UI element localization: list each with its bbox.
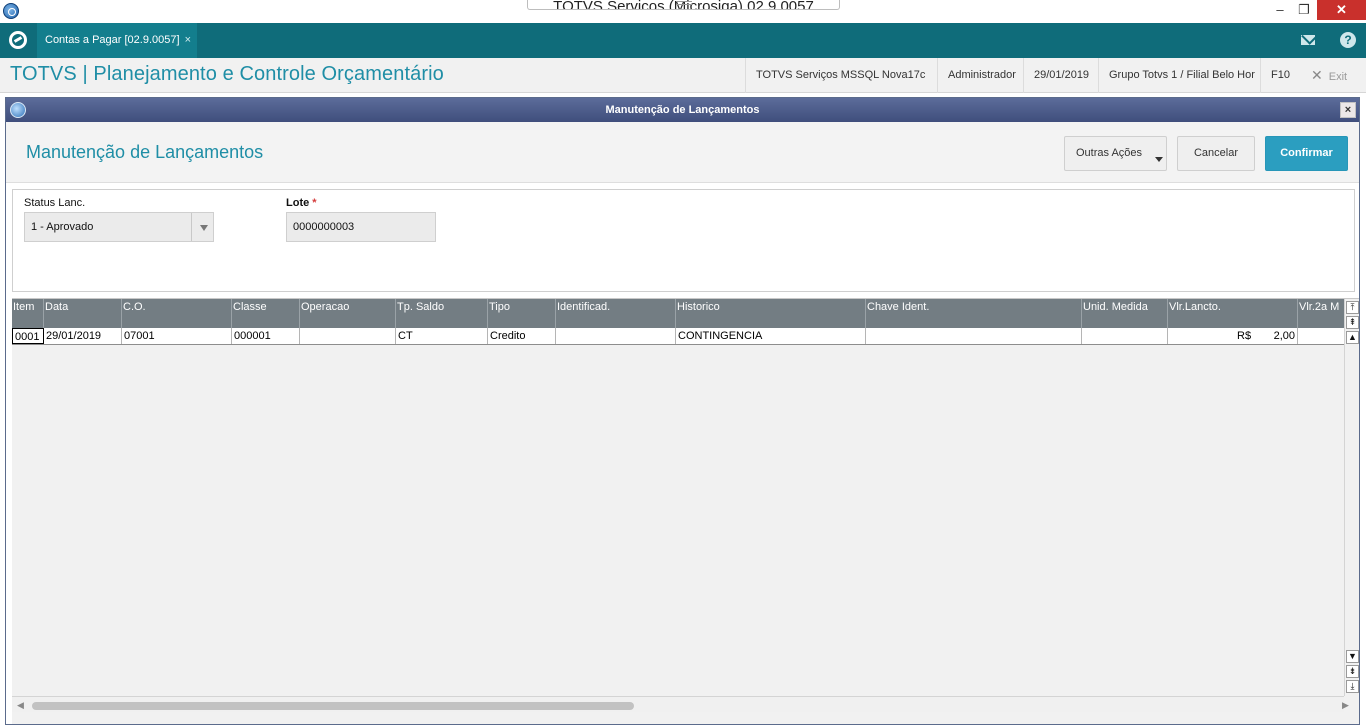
vertical-scrollbar[interactable]: ⤒ ⇞ ▲ ▼ ⇟ ⤓ bbox=[1344, 299, 1359, 696]
col-vlr-2a-moeda[interactable]: Vlr.2a M bbox=[1298, 299, 1344, 328]
col-vlr-lancto[interactable]: Vlr.Lancto. bbox=[1168, 299, 1298, 328]
select-divider bbox=[191, 213, 192, 241]
maximize-button[interactable]: ❐ bbox=[1289, 0, 1319, 20]
app-icon bbox=[3, 3, 19, 19]
form-header: Manutenção de Lançamentos Outras Ações C… bbox=[6, 122, 1359, 183]
col-tp-saldo[interactable]: Tp. Saldo bbox=[396, 299, 488, 328]
dialog-app-icon bbox=[10, 102, 26, 118]
scroll-thumb[interactable] bbox=[32, 702, 634, 710]
cell-co[interactable]: 07001 bbox=[122, 328, 232, 344]
exit-label: Exit bbox=[1328, 71, 1348, 83]
col-item[interactable]: Item bbox=[12, 299, 44, 328]
exit-button[interactable]: ✕ Exit bbox=[1311, 58, 1347, 93]
table-row[interactable]: 0001 29/01/2019 07001 000001 CT Credito … bbox=[12, 328, 1344, 345]
dialog-close-button[interactable]: × bbox=[1340, 102, 1356, 118]
cell-tp-saldo[interactable]: CT bbox=[396, 328, 488, 344]
dropdown-arrow-icon[interactable] bbox=[200, 225, 208, 231]
scroll-left-icon[interactable]: ◀ bbox=[17, 700, 24, 711]
lote-input[interactable]: 0000000003 bbox=[286, 212, 436, 242]
cell-vlr-lancto[interactable]: R$ 2,00 bbox=[1168, 328, 1298, 344]
col-tipo[interactable]: Tipo bbox=[488, 299, 556, 328]
lancamentos-grid: Item Data C.O. Classe Operacao Tp. Saldo… bbox=[12, 298, 1359, 724]
vlr-lancto-value: 2,00 bbox=[1273, 330, 1295, 342]
date-info: 29/01/2019 bbox=[1023, 58, 1099, 93]
scroll-page-up-icon[interactable]: ⇞ bbox=[1346, 316, 1359, 329]
status-value: 1 - Aprovado bbox=[31, 221, 94, 233]
app-bar: Contas a Pagar [02.9.0057] × ? bbox=[0, 23, 1366, 58]
cell-item[interactable]: 0001 bbox=[12, 328, 44, 344]
cell-operacao[interactable] bbox=[300, 328, 396, 344]
scroll-up-icon[interactable]: ▲ bbox=[1346, 331, 1359, 344]
module-header: TOTVS | Planejamento e Controle Orçament… bbox=[0, 58, 1366, 93]
server-info: TOTVS Serviços MSSQL Nova17c bbox=[745, 58, 935, 93]
help-icon[interactable]: ? bbox=[1340, 32, 1356, 48]
dialog-title: Manutenção de Lançamentos bbox=[6, 98, 1359, 122]
grid-header: Item Data C.O. Classe Operacao Tp. Saldo… bbox=[12, 299, 1344, 328]
scroll-right-icon[interactable]: ▶ bbox=[1342, 700, 1349, 711]
cell-classe[interactable]: 000001 bbox=[232, 328, 300, 344]
required-marker: * bbox=[312, 197, 317, 209]
scroll-bottom-icon[interactable]: ⤓ bbox=[1346, 680, 1359, 693]
cell-chave-ident[interactable] bbox=[866, 328, 1082, 344]
cell-tipo[interactable]: Credito bbox=[488, 328, 556, 344]
confirm-button[interactable]: Confirmar bbox=[1265, 136, 1348, 171]
col-co[interactable]: C.O. bbox=[122, 299, 232, 328]
exit-icon: ✕ bbox=[1311, 67, 1323, 83]
dialog-manutencao: Manutenção de Lançamentos × Manutenção d… bbox=[5, 97, 1360, 725]
currency-symbol: R$ bbox=[1237, 330, 1252, 342]
col-identificad[interactable]: Identificad. bbox=[556, 299, 676, 328]
cell-unid-medida[interactable] bbox=[1082, 328, 1168, 344]
scroll-page-down-icon[interactable]: ⇟ bbox=[1346, 665, 1359, 678]
outras-acoes-button[interactable]: Outras Ações bbox=[1064, 136, 1167, 171]
col-historico[interactable]: Historico bbox=[676, 299, 866, 328]
shortcut-info: F10 bbox=[1260, 58, 1300, 93]
cell-vlr-2a-moeda[interactable] bbox=[1298, 328, 1344, 344]
cell-historico[interactable]: CONTINGENCIA bbox=[676, 328, 866, 344]
chevron-down-icon bbox=[1155, 157, 1163, 162]
window-titlebar: TOTVS Serviços (Microsiga) 02.9.0057 – ❐… bbox=[0, 0, 1366, 23]
close-window-button[interactable]: ✕ bbox=[1317, 0, 1366, 20]
grip-icon[interactable] bbox=[676, 1, 692, 5]
col-classe[interactable]: Classe bbox=[232, 299, 300, 328]
tab-contas-a-pagar[interactable]: Contas a Pagar [02.9.0057] × bbox=[37, 23, 197, 58]
cell-identificad[interactable] bbox=[556, 328, 676, 344]
cell-data[interactable]: 29/01/2019 bbox=[44, 328, 122, 344]
module-title: TOTVS | Planejamento e Controle Orçament… bbox=[10, 63, 444, 85]
lote-label: Lote * bbox=[286, 197, 317, 209]
col-chave-ident[interactable]: Chave Ident. bbox=[866, 299, 1082, 328]
cancel-button[interactable]: Cancelar bbox=[1177, 136, 1255, 171]
form-fields: Status Lanc. 1 - Aprovado Lote * 0000000… bbox=[12, 189, 1355, 292]
status-label: Status Lanc. bbox=[24, 197, 86, 209]
tab-close-icon[interactable]: × bbox=[185, 23, 191, 58]
lote-label-text: Lote bbox=[286, 197, 310, 209]
col-operacao[interactable]: Operacao bbox=[300, 299, 396, 328]
col-unid-medida[interactable]: Unid. Medida bbox=[1082, 299, 1168, 328]
col-data[interactable]: Data bbox=[44, 299, 122, 328]
totvs-logo-icon[interactable] bbox=[9, 31, 27, 49]
form-title: Manutenção de Lançamentos bbox=[26, 142, 264, 162]
company-info: Grupo Totvs 1 / Filial Belo Hor bbox=[1098, 58, 1265, 93]
status-select[interactable]: 1 - Aprovado bbox=[24, 212, 214, 242]
scroll-down-icon[interactable]: ▼ bbox=[1346, 650, 1359, 663]
scroll-top-icon[interactable]: ⤒ bbox=[1346, 301, 1359, 314]
tab-label: Contas a Pagar [02.9.0057] bbox=[45, 34, 180, 46]
user-info: Administrador bbox=[937, 58, 1026, 93]
horizontal-scrollbar[interactable]: ◀ ▶ bbox=[12, 696, 1349, 712]
mail-icon[interactable] bbox=[1301, 35, 1315, 45]
outras-acoes-label: Outras Ações bbox=[1076, 147, 1143, 159]
